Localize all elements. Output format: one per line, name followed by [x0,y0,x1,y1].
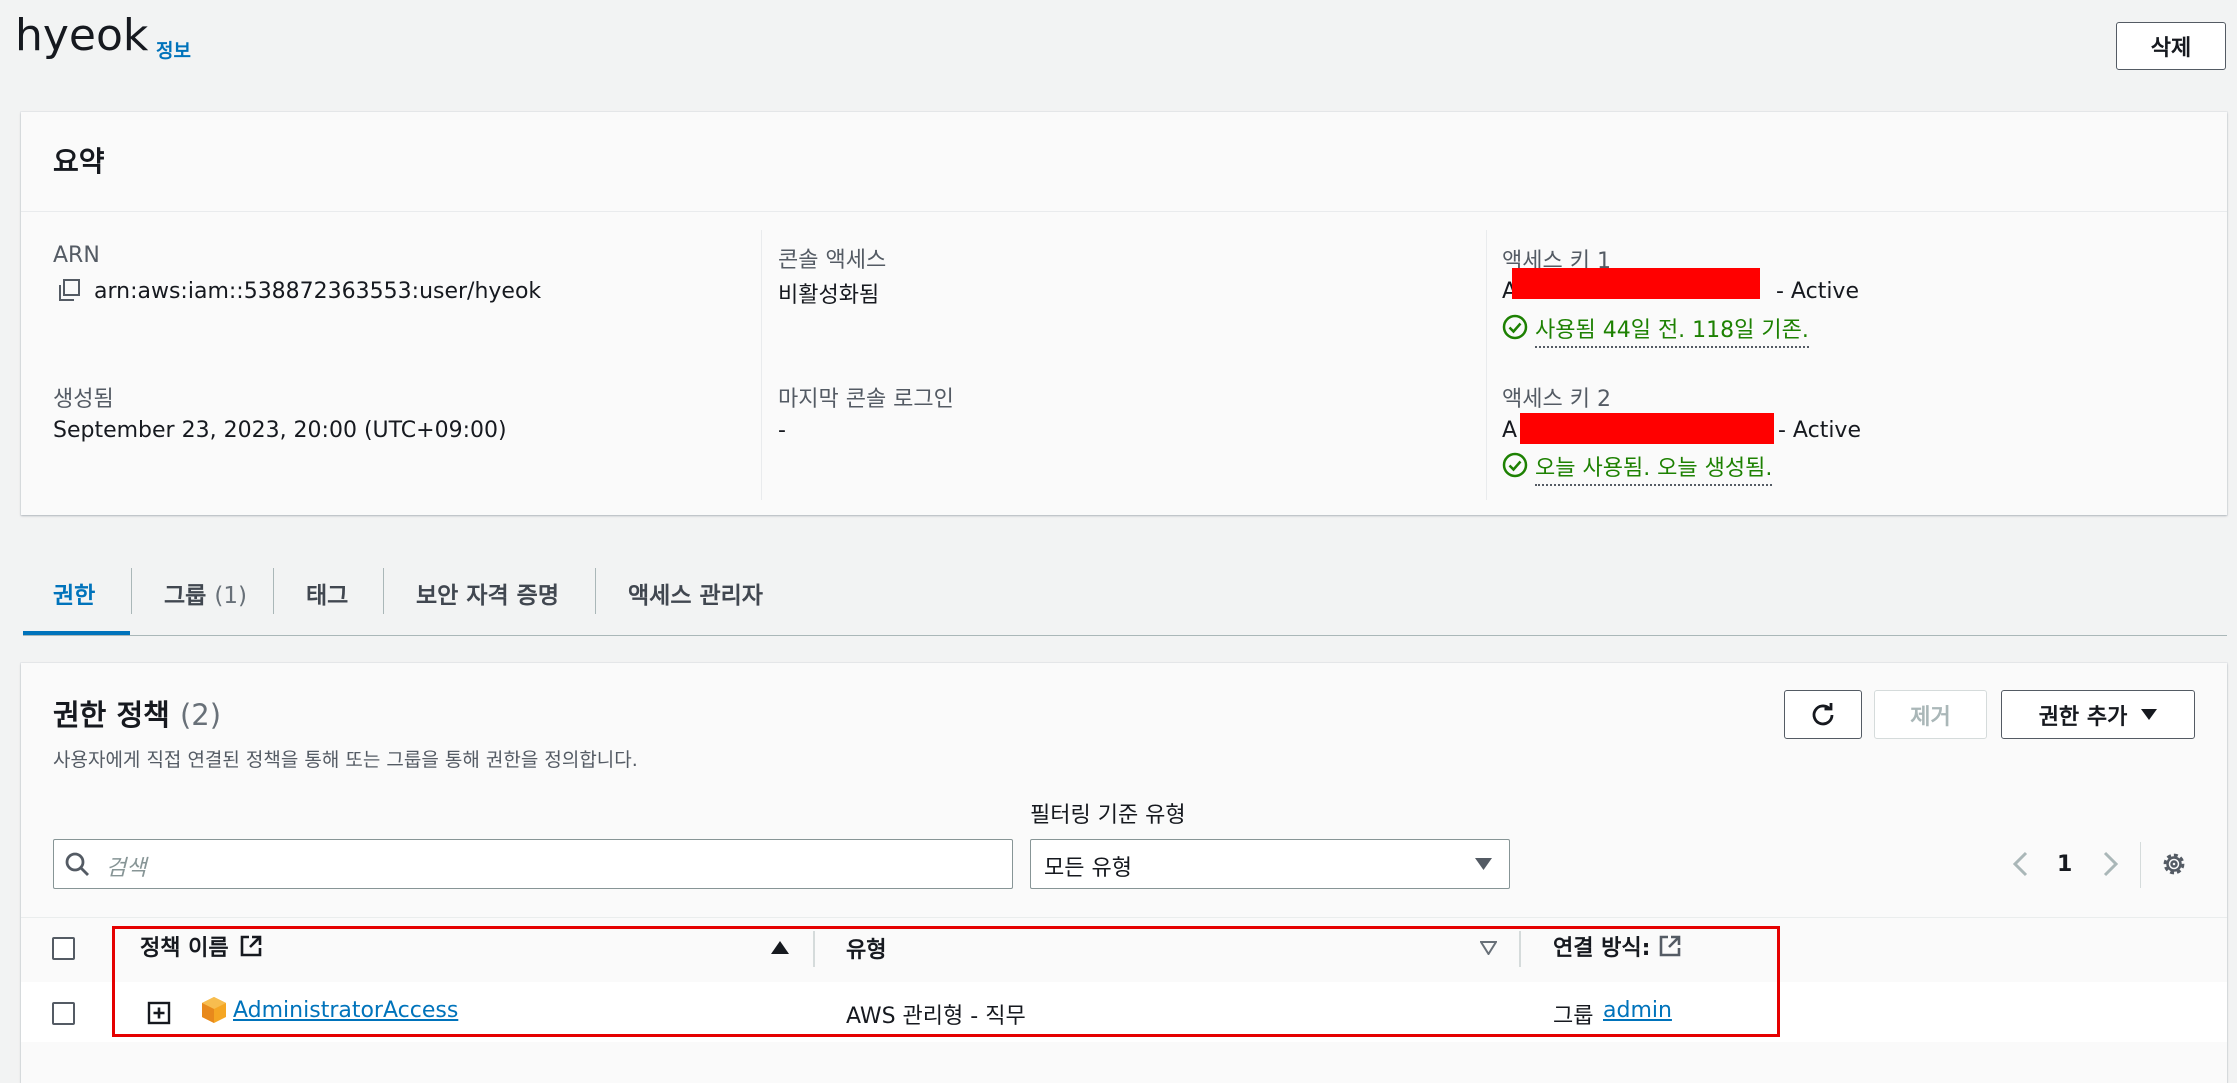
caret-down-icon [1475,858,1492,870]
last-login-value: - [778,418,786,443]
info-link[interactable]: 정보 [156,36,191,63]
add-permissions-button[interactable]: 권한 추가 [2001,690,2195,739]
access-key-1-status: - Active [1776,279,1859,304]
copy-icon[interactable] [57,278,81,302]
refresh-icon [1812,702,1834,725]
tab-permissions[interactable]: 권한 [53,576,95,610]
console-access-label: 콘솔 액세스 [778,248,887,273]
tabs-bottom-border [23,635,2227,636]
search-input[interactable]: 검색 [53,839,1013,889]
tab-active-indicator [23,631,130,635]
tab-divider [595,568,596,614]
add-permissions-label: 권한 추가 [2038,704,2128,730]
summary-col-divider-2 [1486,230,1487,500]
tab-security-credentials[interactable]: 보안 자격 증명 [416,576,559,610]
access-key-2-usage[interactable]: 오늘 사용됨. 오늘 생성됨. [1535,450,1773,486]
permissions-title-text: 권한 정책 [53,698,170,732]
filter-type-select[interactable]: 모든 유형 [1030,839,1510,889]
access-key-2-prefix: A [1502,418,1518,443]
page-number[interactable]: 1 [2057,852,2072,877]
tab-divider [383,568,384,614]
select-all-checkbox[interactable] [52,937,75,960]
arn-label: ARN [53,243,100,268]
check-circle-icon [1502,452,1528,478]
access-key-2-redaction [1520,413,1774,444]
chevron-left-icon[interactable] [2012,851,2028,877]
tab-divider [131,568,132,614]
remove-button[interactable]: 제거 [1874,690,1987,739]
pagination-divider [2140,842,2141,888]
page-title: hyeok [15,10,149,61]
tab-tags[interactable]: 태그 [306,576,348,610]
search-placeholder: 검색 [106,856,147,881]
gear-icon[interactable] [2160,850,2188,878]
arn-value: arn:aws:iam::538872363553:user/hyeok [94,279,542,304]
highlight-box [112,926,1780,1037]
summary-col-divider-1 [761,230,762,500]
access-key-2-label: 액세스 키 2 [1502,387,1611,412]
permissions-count: (2) [179,698,222,732]
summary-panel [21,112,2227,515]
summary-divider [21,211,2227,212]
chevron-right-icon[interactable] [2103,851,2119,877]
row-checkbox[interactable] [52,1002,75,1025]
created-value: September 23, 2023, 20:00 (UTC+09:00) [53,418,507,443]
caret-down-icon [2141,708,2158,720]
tab-groups-count: (1) [214,583,247,609]
permissions-description: 사용자에게 직접 연결된 정책을 통해 또는 그룹을 통해 권한을 정의합니다. [53,749,638,771]
search-icon [65,852,89,876]
access-key-1-usage[interactable]: 사용됨 44일 전. 118일 기존. [1535,312,1809,348]
tab-groups[interactable]: 그룹 (1) [164,576,247,610]
delete-button[interactable]: 삭제 [2116,22,2226,70]
access-key-1-redaction [1512,268,1760,299]
created-label: 생성됨 [53,387,114,412]
filter-type-value: 모든 유형 [1044,856,1132,881]
last-login-label: 마지막 콘솔 로그인 [778,387,954,412]
summary-title: 요약 [53,145,105,178]
console-access-value: 비활성화됨 [778,283,880,308]
refresh-button[interactable] [1784,690,1862,739]
filter-type-label: 필터링 기준 유형 [1030,803,1186,828]
access-key-2-status: - Active [1778,418,1861,443]
check-circle-icon [1502,314,1528,340]
tab-access-advisor[interactable]: 액세스 관리자 [628,576,763,610]
tab-groups-label: 그룹 [164,583,207,609]
tab-divider [273,568,274,614]
permissions-title: 권한 정책 (2) [53,692,221,734]
